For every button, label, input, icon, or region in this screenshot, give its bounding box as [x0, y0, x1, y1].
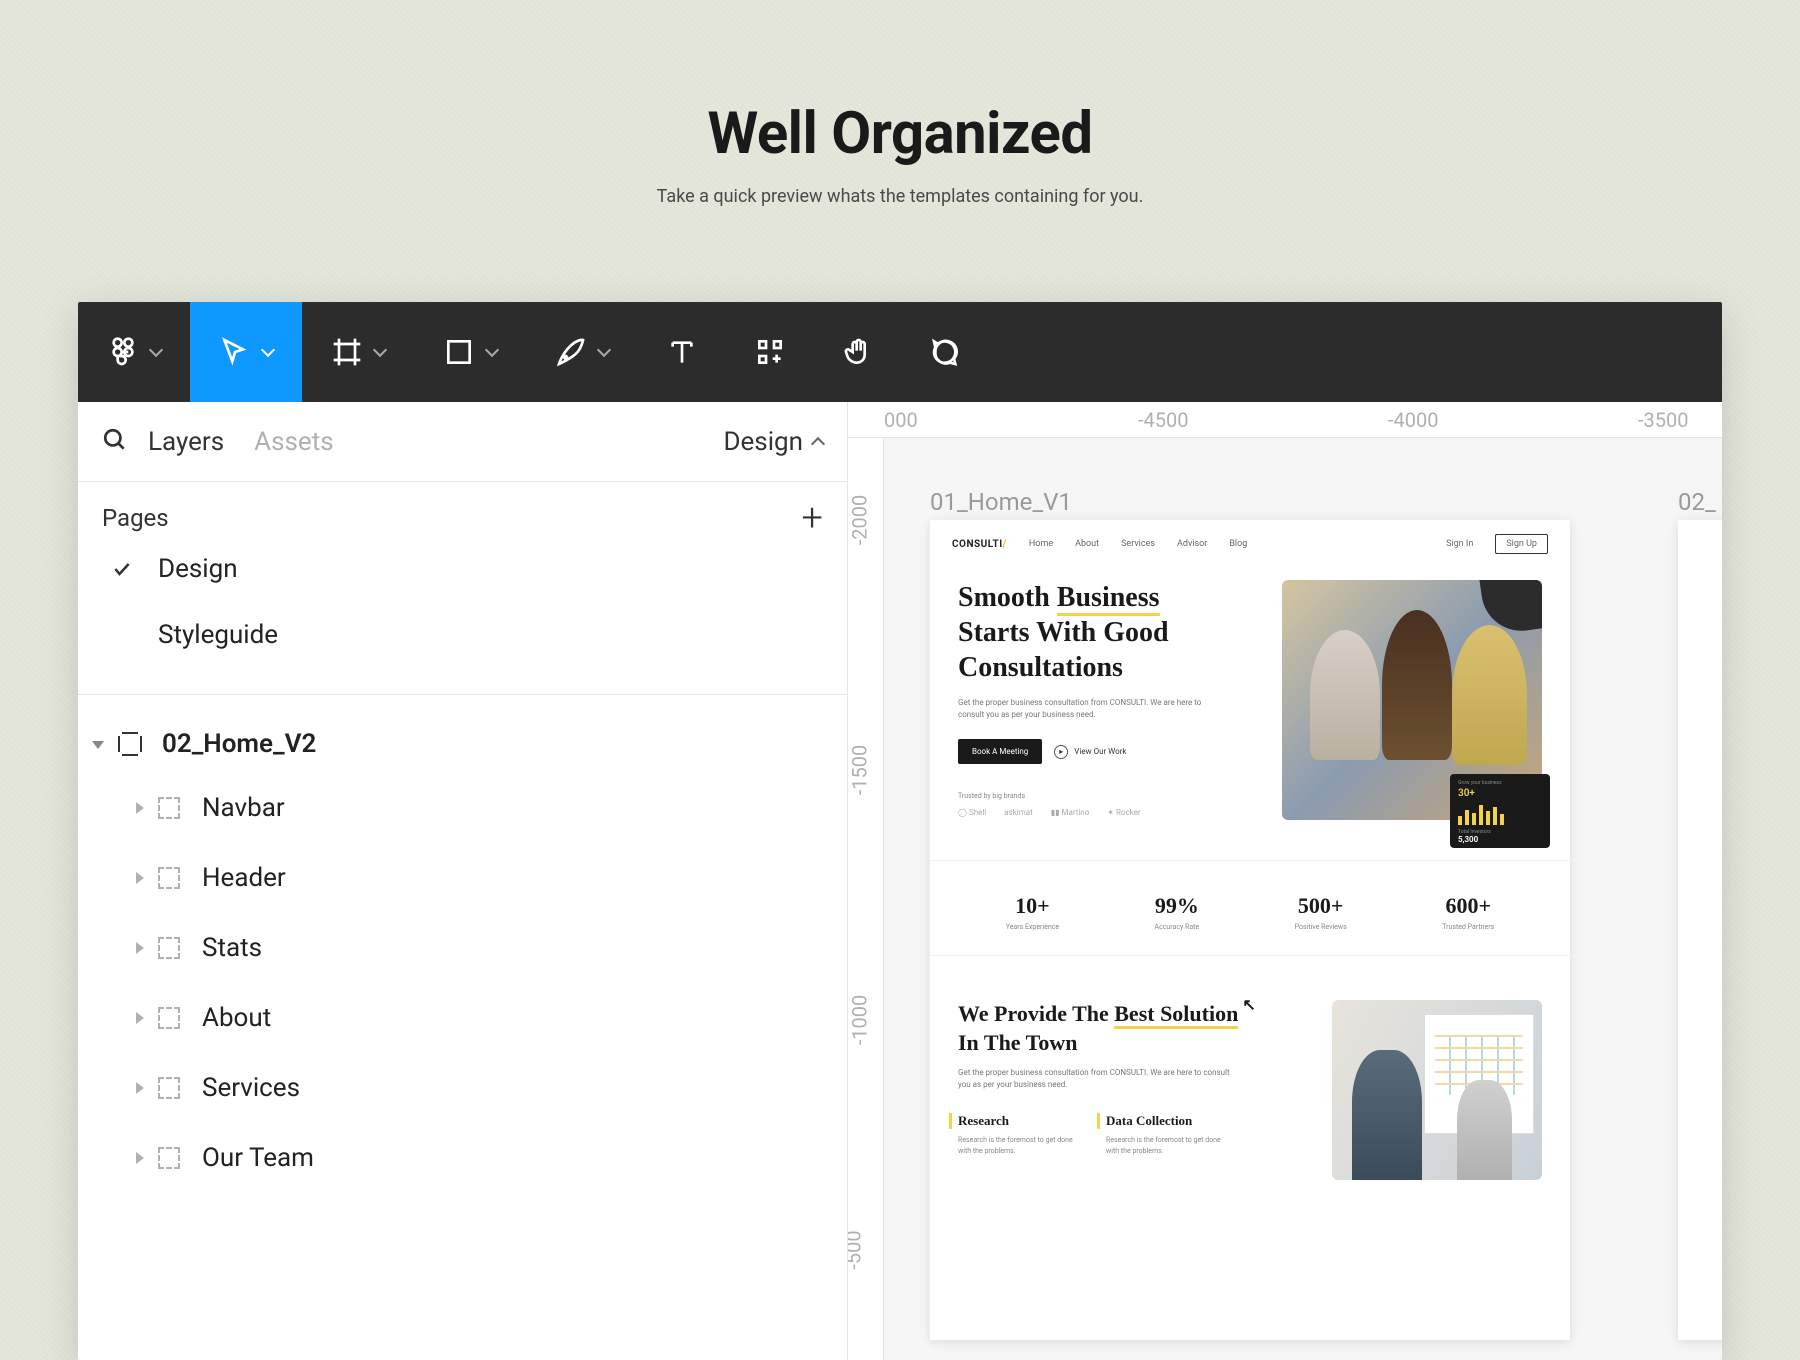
preview-signup: Sign Up [1495, 534, 1548, 554]
preview-hero-heading: Smooth Business Starts With Good Consult… [958, 580, 1262, 685]
page-item-styleguide[interactable]: Styleguide [78, 602, 847, 668]
layer-item[interactable]: About [78, 983, 847, 1053]
triangle-right-icon [136, 1082, 144, 1094]
layer-name: Our Team [202, 1143, 314, 1173]
layer-name: Stats [202, 933, 262, 963]
play-icon: ▸ [1054, 745, 1068, 759]
preview-section2-heading: We Provide The Best Solution↖ In The Tow… [958, 1000, 1308, 1057]
preview-play-button: ▸ View Our Work [1054, 745, 1126, 759]
group-icon [158, 1077, 180, 1099]
toolbar [78, 302, 1722, 402]
move-tool-button[interactable] [190, 302, 302, 402]
page-subtitle: Take a quick preview whats the templates… [0, 186, 1800, 207]
page-name: Design [158, 554, 238, 584]
preview-cta-button: Book A Meeting [958, 739, 1042, 764]
triangle-right-icon [136, 1012, 144, 1024]
text-tool-button[interactable] [638, 302, 726, 402]
preview-section2-desc: Get the proper business consultation fro… [958, 1067, 1238, 1091]
layer-name: 02_Home_V2 [162, 729, 316, 759]
layer-item[interactable]: Our Team [78, 1123, 847, 1193]
tab-assets[interactable]: Assets [254, 427, 334, 457]
comment-tool-button[interactable] [902, 302, 990, 402]
preview-hero-desc: Get the proper business consultation fro… [958, 697, 1208, 721]
pen-tool-button[interactable] [526, 302, 638, 402]
preview-trusted-label: Trusted by big brands [958, 792, 1262, 800]
ruler-vertical: -2000 -1500 -1000 -500 [848, 438, 884, 1360]
preview-stat-card: Grow your business 30+ Total Investors 5… [1450, 774, 1550, 848]
figma-menu-button[interactable] [78, 302, 190, 402]
layer-name: Navbar [202, 793, 285, 823]
frame-label[interactable]: 02_ [1678, 488, 1716, 516]
hand-tool-button[interactable] [814, 302, 902, 402]
frame-tool-button[interactable] [302, 302, 414, 402]
add-page-button[interactable]: + [802, 508, 823, 528]
left-panel: Layers Assets Design Pages + Design [78, 402, 848, 1360]
preview-nav-item: Home [1029, 539, 1053, 549]
preview-nav-item: About [1075, 539, 1099, 549]
layer-item[interactable]: Stats [78, 913, 847, 983]
group-icon [158, 1007, 180, 1029]
page-name: Styleguide [158, 620, 278, 650]
page-item-design[interactable]: Design [78, 536, 847, 602]
preview-col-heading: Research [949, 1113, 1078, 1129]
chevron-down-icon [597, 343, 611, 357]
preview-section2-image [1332, 1000, 1542, 1180]
preview-nav-item: Blog [1229, 539, 1247, 549]
group-icon [158, 867, 180, 889]
preview-nav-item: Services [1121, 539, 1155, 549]
ruler-horizontal: 000 -4500 -4000 -3500 [848, 402, 1722, 438]
triangle-right-icon [136, 872, 144, 884]
figma-window: Layers Assets Design Pages + Design [78, 302, 1722, 1360]
page-title: Well Organized [0, 100, 1800, 168]
group-icon [158, 797, 180, 819]
pages-label: Pages [102, 504, 169, 532]
page-selector[interactable]: Design [723, 427, 823, 457]
layer-name: Services [202, 1073, 300, 1103]
preview-logo: CONSULTI/ [952, 539, 1007, 550]
triangle-right-icon [136, 1152, 144, 1164]
preview-col-text: Research is the foremost to get done wit… [1106, 1135, 1226, 1156]
preview-col-text: Research is the foremost to get done wit… [958, 1135, 1078, 1156]
resources-tool-button[interactable] [726, 302, 814, 402]
shape-tool-button[interactable] [414, 302, 526, 402]
frame-label[interactable]: 01_Home_V1 [930, 488, 1072, 516]
layer-item[interactable]: Header [78, 843, 847, 913]
tab-layers[interactable]: Layers [148, 427, 224, 457]
chevron-down-icon [373, 343, 387, 357]
layer-item[interactable]: Services [78, 1053, 847, 1123]
group-icon [158, 937, 180, 959]
chevron-up-icon [811, 436, 825, 450]
preview-navbar: CONSULTI/ Home About Services Advisor Bl… [930, 520, 1570, 568]
layer-name: About [202, 1003, 271, 1033]
artboard-home-v2-partial[interactable] [1678, 520, 1722, 1340]
layer-name: Header [202, 863, 286, 893]
preview-hero-image: Grow your business 30+ Total Investors 5… [1282, 580, 1542, 840]
layer-root[interactable]: 02_Home_V2 [78, 695, 847, 773]
preview-signin: Sign In [1446, 539, 1473, 549]
chevron-down-icon [261, 343, 275, 357]
triangle-right-icon [136, 942, 144, 954]
triangle-right-icon [136, 802, 144, 814]
check-icon [108, 559, 136, 579]
preview-stats-row: 10+Years Experience 99%Accuracy Rate 500… [930, 860, 1570, 956]
preview-nav-item: Advisor [1177, 539, 1207, 549]
chevron-down-icon [149, 343, 163, 357]
frame-icon [118, 732, 142, 756]
layer-item[interactable]: Navbar [78, 773, 847, 843]
group-icon [158, 1147, 180, 1169]
triangle-down-icon [92, 741, 104, 749]
artboard-home-v1[interactable]: CONSULTI/ Home About Services Advisor Bl… [930, 520, 1570, 1340]
canvas[interactable]: 000 -4500 -4000 -3500 -2000 -1500 -1000 … [848, 402, 1722, 1360]
chevron-down-icon [485, 343, 499, 357]
search-icon[interactable] [102, 427, 128, 457]
preview-col-heading: Data Collection [1097, 1113, 1226, 1129]
preview-brands: ◯ Shell askimat ▮▮ Martino ✦ Rocker [958, 808, 1262, 817]
